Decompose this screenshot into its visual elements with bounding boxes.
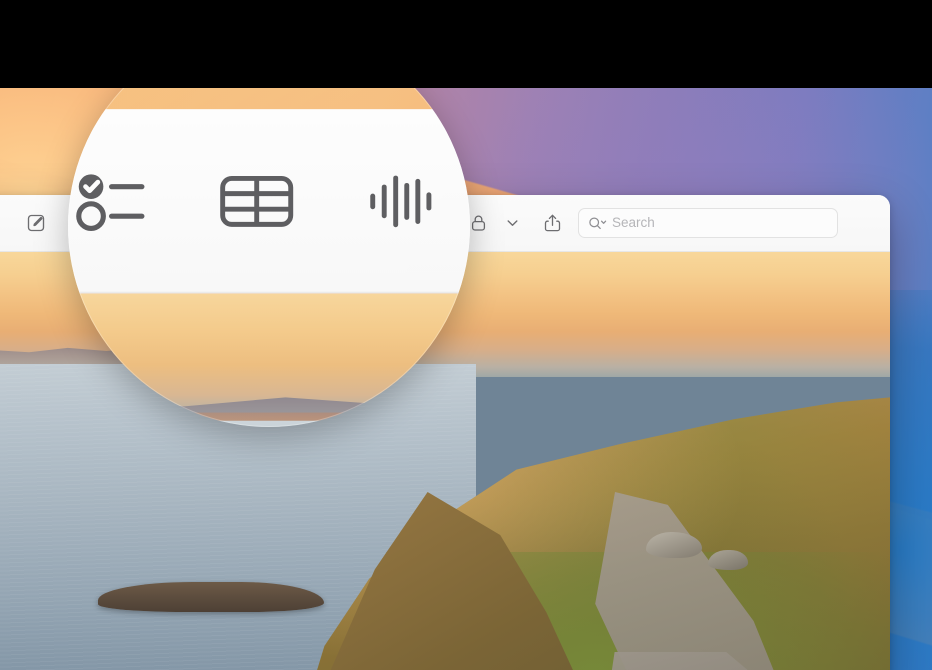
photo-islet bbox=[98, 582, 324, 612]
search-placeholder: Search bbox=[612, 215, 655, 231]
toolbar-left-group bbox=[0, 203, 58, 243]
magnified-toolbar: Aa bbox=[68, 109, 470, 294]
toolbar-right-group: Search bbox=[456, 203, 890, 243]
magnified-table-icon[interactable] bbox=[185, 118, 329, 282]
lock-chevron-down-icon[interactable] bbox=[504, 203, 520, 243]
magnified-checklist-icon[interactable] bbox=[68, 118, 185, 282]
magnified-photo-sky bbox=[68, 293, 470, 413]
magnified-photo-sea bbox=[68, 420, 470, 427]
compose-icon[interactable] bbox=[14, 203, 58, 243]
share-icon[interactable] bbox=[530, 203, 574, 243]
screenshot-root: Aa bbox=[0, 0, 932, 670]
top-black-bar bbox=[0, 0, 932, 88]
photo-rock-b bbox=[708, 550, 748, 570]
magnified-audio-waveform-icon[interactable] bbox=[329, 118, 470, 282]
magnified-photo bbox=[68, 293, 470, 427]
search-icon bbox=[588, 216, 607, 230]
search-input[interactable]: Search bbox=[578, 208, 838, 238]
